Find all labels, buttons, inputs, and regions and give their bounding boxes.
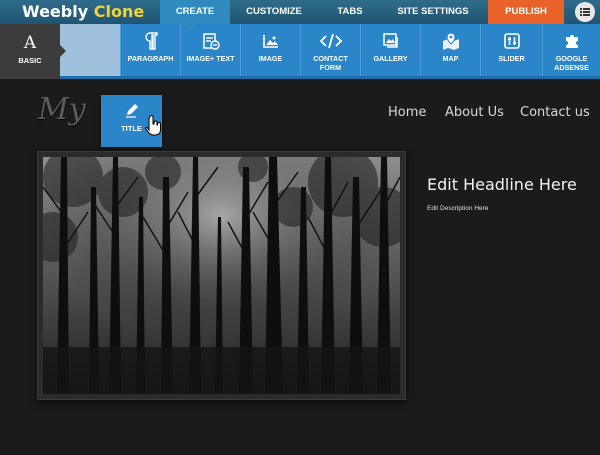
site-nav-contact-us[interactable]: Contact us xyxy=(520,105,590,120)
site-nav-about-us[interactable]: About Us xyxy=(445,105,504,120)
site-title[interactable]: My xyxy=(38,92,86,127)
element-label: PARAGRAPH xyxy=(127,54,174,63)
element-google-adsense[interactable]: GOOGLE ADSENSE xyxy=(542,24,600,76)
basic-label: BASIC xyxy=(18,56,42,65)
element-label: CONTACT FORM xyxy=(313,54,348,72)
tab-tabs[interactable]: TABS xyxy=(318,0,382,24)
basic-glyph: A xyxy=(23,33,37,53)
element-label: SLIDER xyxy=(498,54,525,63)
app-logo: Weebly Clone xyxy=(22,1,144,23)
site-nav-home[interactable]: Home xyxy=(388,105,426,120)
code-icon xyxy=(319,33,342,49)
element-contact-form[interactable]: CONTACT FORM xyxy=(300,24,360,76)
category-drop-area xyxy=(60,24,120,76)
element-image-text[interactable]: IMAGE+ TEXT xyxy=(180,24,240,76)
active-tab-pointer xyxy=(183,24,195,30)
headline[interactable]: Edit Headline Here xyxy=(427,175,577,194)
image-frame[interactable] xyxy=(37,151,406,400)
element-label: GALLERY xyxy=(373,54,408,63)
forest-photo xyxy=(43,157,400,394)
paragraph-icon xyxy=(144,32,158,50)
top-nav: CREATE CUSTOMIZE TABS SITE SETTINGS xyxy=(160,0,484,24)
element-label: IMAGE+ TEXT xyxy=(186,54,235,63)
description[interactable]: Edit Description Here xyxy=(427,205,488,212)
logo-word: Weebly xyxy=(22,2,89,21)
gallery-icon xyxy=(382,33,398,48)
element-label: IMAGE xyxy=(258,54,283,63)
pencil-icon xyxy=(125,104,138,118)
element-slider[interactable]: SLIDER xyxy=(480,24,542,76)
tab-create[interactable]: CREATE xyxy=(160,0,230,24)
element-paragraph[interactable]: PARAGRAPH xyxy=(120,24,180,76)
image-icon xyxy=(262,35,278,48)
forest-illustration xyxy=(43,157,400,394)
element-map[interactable]: MAP xyxy=(420,24,480,76)
list-icon xyxy=(580,8,590,16)
publish-button[interactable]: PUBLISH xyxy=(488,0,564,24)
map-icon xyxy=(442,32,459,50)
slider-icon xyxy=(503,33,520,49)
tab-site-settings[interactable]: SITE SETTINGS xyxy=(382,0,484,24)
element-image[interactable]: IMAGE xyxy=(240,24,300,76)
category-basic[interactable]: A BASIC xyxy=(0,24,60,79)
category-pointer xyxy=(60,45,66,57)
hand-cursor-icon xyxy=(145,115,161,136)
tab-customize[interactable]: CUSTOMIZE xyxy=(230,0,318,24)
image-text-icon xyxy=(202,33,220,50)
element-label: MAP xyxy=(442,54,459,63)
puzzle-icon xyxy=(565,35,578,48)
element-label: GOOGLE ADSENSE xyxy=(554,54,589,72)
menu-button[interactable] xyxy=(575,2,595,22)
element-gallery[interactable]: GALLERY xyxy=(360,24,420,76)
logo-accent: Clone xyxy=(93,2,145,21)
